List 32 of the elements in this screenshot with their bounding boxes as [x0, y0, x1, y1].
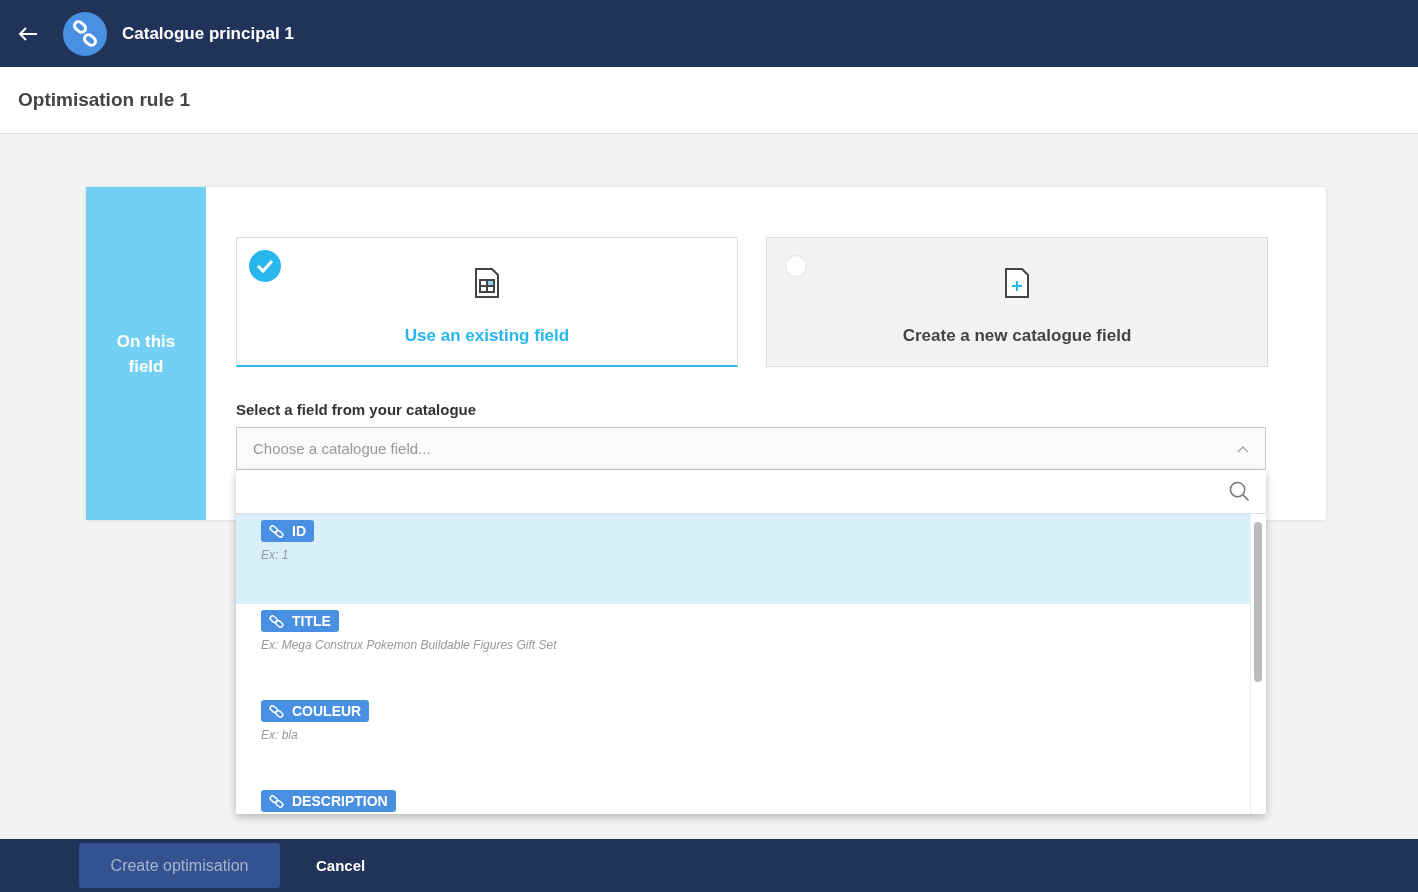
link-icon — [269, 613, 284, 629]
section-label: On this field — [115, 330, 177, 378]
field-name: TITLE — [292, 613, 331, 629]
field-option-card[interactable]: Create a new catalogue field — [766, 237, 1268, 367]
scrollbar-thumb[interactable] — [1254, 522, 1262, 682]
field-example: Ex: 1 — [261, 548, 289, 562]
catalogue-field-select[interactable]: Choose a catalogue field... — [236, 427, 1266, 470]
back-arrow-icon[interactable] — [18, 25, 38, 42]
field-option-card[interactable]: Use an existing field — [236, 237, 738, 367]
add-document-icon — [1005, 268, 1029, 298]
dropdown-item[interactable]: TITLE Ex: Mega Construx Pokemon Buildable Figures Gift Set — [236, 604, 1250, 694]
link-icon — [269, 523, 284, 539]
rule-title: Optimisation rule 1 — [18, 89, 191, 111]
dropdown-item[interactable]: DESCRIPTION — [236, 784, 1250, 814]
dropdown-item[interactable]: COULEUR Ex: bla — [236, 694, 1250, 784]
catalogue-title: Catalogue principal 1 — [122, 23, 294, 44]
field-example: Ex: bla — [261, 728, 298, 742]
link-icon — [269, 793, 284, 809]
field-label: Select a field from your catalogue — [236, 401, 478, 418]
search-icon — [1229, 481, 1250, 502]
table-document-icon — [475, 268, 499, 298]
radio-circle-icon — [785, 255, 807, 277]
checked-radio-icon — [249, 250, 281, 282]
cancel-button[interactable]: Cancel — [300, 851, 382, 880]
link-icon — [269, 703, 284, 719]
link-logo-icon — [63, 11, 107, 56]
field-name: DESCRIPTION — [292, 793, 388, 809]
field-name: ID — [292, 523, 306, 539]
dropdown-item[interactable]: ID Ex: 1 — [236, 514, 1250, 604]
caret-icon — [1237, 444, 1249, 453]
field-example: Ex: Mega Construx Pokemon Buildable Figures Gift Set — [261, 638, 557, 652]
field-name: COULEUR — [292, 703, 362, 719]
